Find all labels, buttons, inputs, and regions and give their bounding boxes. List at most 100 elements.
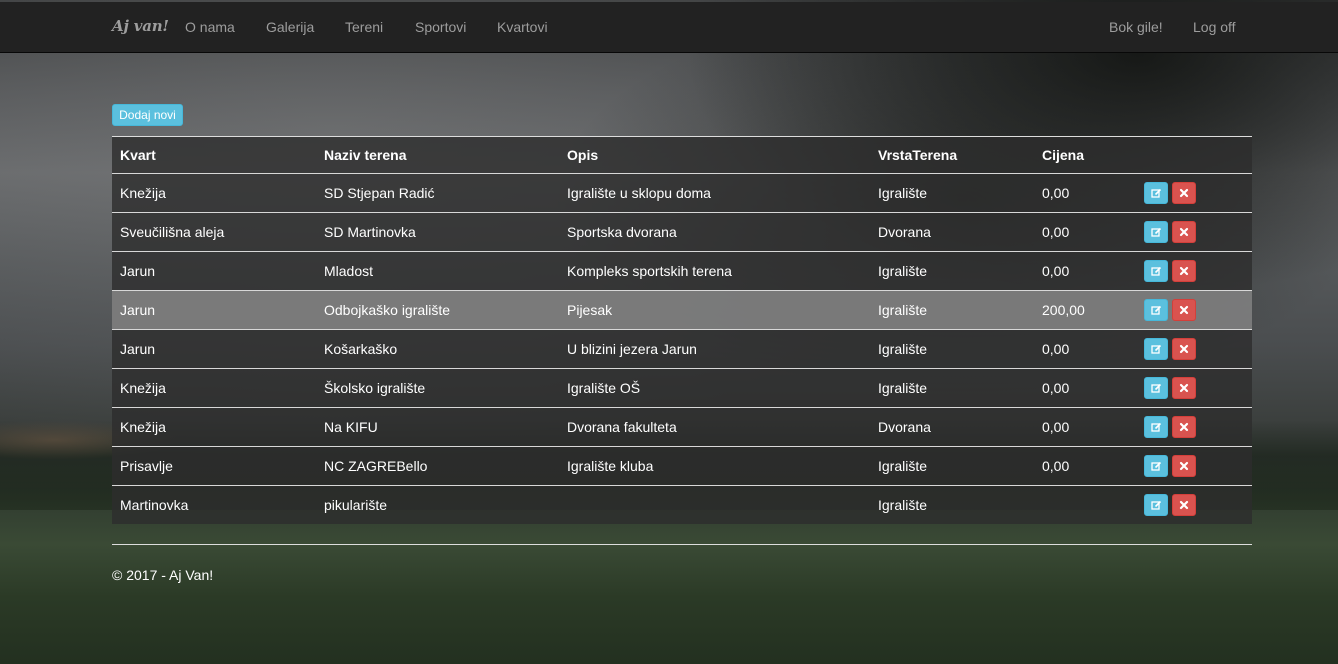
kvart-cell: Knežija (120, 185, 166, 201)
cijena-cell: 0,00 (1042, 458, 1070, 474)
cijena-cell: 0,00 (1042, 224, 1070, 240)
edit-button[interactable] (1144, 260, 1168, 282)
delete-button[interactable] (1172, 182, 1196, 204)
vrsta-cell: Igralište (878, 302, 928, 318)
kvart-cell: Knežija (120, 380, 166, 396)
naziv-cell: pikularište (324, 497, 388, 513)
cijena-cell: 0,00 (1042, 419, 1070, 435)
footer-copyright: © 2017 - Aj Van! (112, 567, 214, 583)
remove-icon (1179, 227, 1189, 237)
delete-button[interactable] (1172, 494, 1196, 516)
remove-icon (1179, 305, 1189, 315)
opis-cell: Sportska dvorana (567, 224, 677, 240)
naziv-cell: Odbojkaško igralište (324, 302, 451, 318)
table-row: Knežija SD Stjepan Radić Igralište u sklop… (112, 174, 1252, 213)
user-greeting-link[interactable]: Bok gile! (1109, 19, 1163, 35)
edit-button[interactable] (1144, 455, 1168, 477)
kvart-cell: Jarun (120, 302, 156, 318)
table-row: Prisavlje NC ZAGREBello Igralište kluba Igr… (112, 447, 1252, 486)
vrsta-cell: Igralište (878, 185, 928, 201)
cijena-cell: 0,00 (1042, 185, 1070, 201)
naziv-cell: NC ZAGREBello (324, 458, 428, 474)
edit-button[interactable] (1144, 182, 1168, 204)
terrain-table: Kvart Naziv terena Opis VrstaTerena Cije… (112, 136, 1252, 524)
delete-button[interactable] (1172, 221, 1196, 243)
edit-icon (1150, 227, 1162, 238)
column-header-cijena: Cijena (1042, 147, 1085, 163)
delete-button[interactable] (1172, 338, 1196, 360)
vrsta-cell: Dvorana (878, 224, 931, 240)
logoff-link[interactable]: Log off (1193, 19, 1236, 35)
remove-icon (1179, 188, 1189, 198)
opis-cell: Igralište OŠ (567, 380, 641, 396)
edit-button[interactable] (1144, 299, 1168, 321)
vrsta-cell: Igralište (878, 497, 928, 513)
opis-cell: U blizini jezera Jarun (567, 341, 697, 357)
cijena-cell: 0,00 (1042, 263, 1070, 279)
edit-icon (1150, 500, 1162, 511)
delete-button[interactable] (1172, 260, 1196, 282)
table-row: Knežija Školsko igralište Igralište OŠ Igra… (112, 369, 1252, 408)
kvart-cell: Prisavlje (120, 458, 173, 474)
column-header-opis: Opis (567, 147, 599, 163)
edit-icon (1150, 266, 1162, 277)
opis-cell: Igralište kluba (567, 458, 654, 474)
column-header-vrsta: VrstaTerena (878, 147, 958, 163)
table-row: Jarun Košarkaško U blizini jezera Jarun Igr… (112, 330, 1252, 369)
kvart-cell: Knežija (120, 419, 166, 435)
naziv-cell: SD Stjepan Radić (324, 185, 435, 201)
delete-button[interactable] (1172, 416, 1196, 438)
cijena-cell: 0,00 (1042, 380, 1070, 396)
vrsta-cell: Igralište (878, 458, 928, 474)
column-header-naziv: Naziv terena (324, 147, 407, 163)
nav-link-sportovi[interactable]: Sportovi (415, 19, 466, 35)
vrsta-cell: Dvorana (878, 419, 931, 435)
naziv-cell: Košarkaško (324, 341, 398, 357)
table-row: Sveučilišna aleja SD Martinovka Sportska d… (112, 213, 1252, 252)
kvart-cell: Sveučilišna aleja (120, 224, 225, 240)
nav-link-galerija[interactable]: Galerija (266, 19, 314, 35)
remove-icon (1179, 422, 1189, 432)
kvart-cell: Martinovka (120, 497, 189, 513)
remove-icon (1179, 383, 1189, 393)
kvart-cell: Jarun (120, 341, 156, 357)
edit-icon (1150, 422, 1162, 433)
cijena-cell: 0,00 (1042, 341, 1070, 357)
naziv-cell: SD Martinovka (324, 224, 416, 240)
edit-button[interactable] (1144, 377, 1168, 399)
delete-button[interactable] (1172, 299, 1196, 321)
remove-icon (1179, 266, 1189, 276)
remove-icon (1179, 500, 1189, 510)
kvart-cell: Jarun (120, 263, 156, 279)
footer-divider (112, 544, 1252, 545)
naziv-cell: Mladost (324, 263, 374, 279)
edit-icon (1150, 305, 1162, 316)
edit-button[interactable] (1144, 416, 1168, 438)
edit-button[interactable] (1144, 494, 1168, 516)
nav-link-o-nama[interactable]: O nama (185, 19, 235, 35)
brand-logo[interactable]: Aj van! (112, 17, 169, 35)
edit-button[interactable] (1144, 221, 1168, 243)
remove-icon (1179, 344, 1189, 354)
edit-button[interactable] (1144, 338, 1168, 360)
edit-icon (1150, 383, 1162, 394)
naziv-cell: Školsko igralište (324, 380, 426, 396)
opis-cell: Igralište u sklopu doma (567, 185, 711, 201)
opis-cell: Dvorana fakulteta (567, 419, 677, 435)
table-header-row: Kvart Naziv terena Opis VrstaTerena Cije… (112, 137, 1252, 174)
naziv-cell: Na KIFU (324, 419, 378, 435)
table-row: Jarun Mladost Kompleks sportskih terena Igr… (112, 252, 1252, 291)
table-row: Martinovka pikularište Igralište (112, 486, 1252, 524)
nav-link-kvartovi[interactable]: Kvartovi (497, 19, 548, 35)
edit-icon (1150, 344, 1162, 355)
table-row: Knežija Na KIFU Dvorana fakulteta Dvorana 0,… (112, 408, 1252, 447)
column-header-kvart: Kvart (120, 147, 156, 163)
delete-button[interactable] (1172, 455, 1196, 477)
vrsta-cell: Igralište (878, 380, 928, 396)
add-new-button[interactable]: Dodaj novi (112, 104, 183, 126)
table-row: Jarun Odbojkaško igralište Pijesak Igrališt… (112, 291, 1252, 330)
delete-button[interactable] (1172, 377, 1196, 399)
edit-icon (1150, 188, 1162, 199)
cijena-cell: 200,00 (1042, 302, 1085, 318)
nav-link-tereni[interactable]: Tereni (345, 19, 383, 35)
